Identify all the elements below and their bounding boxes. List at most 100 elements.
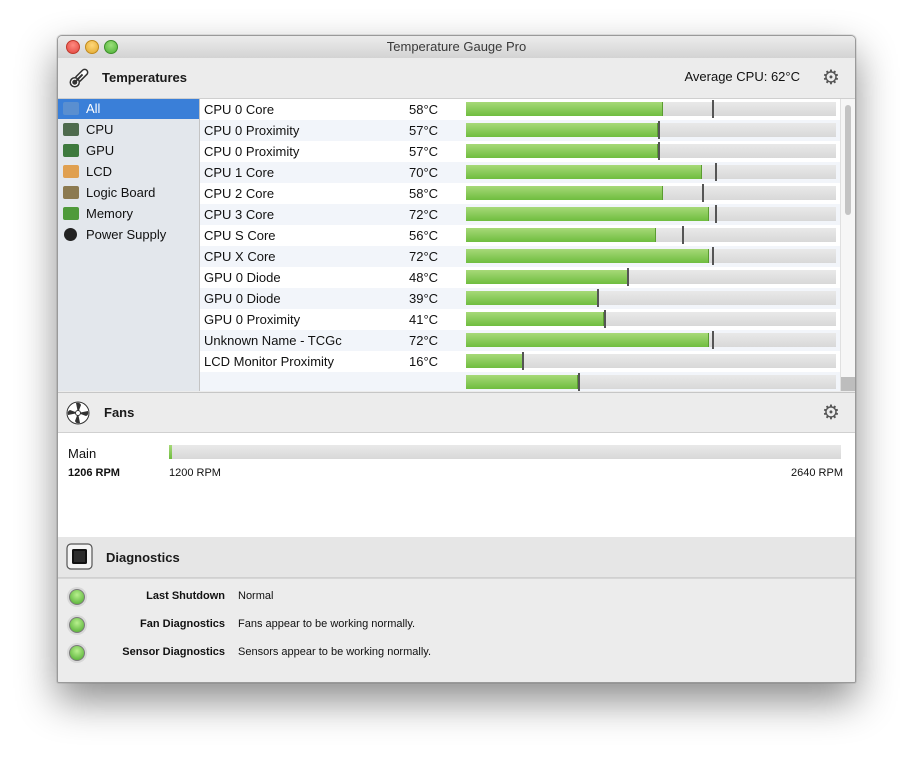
- sensor-name: LCD Monitor Proximity: [204, 354, 335, 369]
- sidebar-item-logic-board[interactable]: Logic Board: [58, 183, 199, 203]
- temperature-row[interactable]: CPU S Core 56°C: [200, 225, 840, 246]
- temperature-bar: [466, 310, 836, 328]
- temperature-row[interactable]: LCD Monitor Proximity 16°C: [200, 351, 840, 372]
- fans-title: Fans: [104, 405, 135, 420]
- sensor-temperature: 39°C: [409, 291, 439, 306]
- temperature-bar-fill: [466, 123, 658, 137]
- temperature-row[interactable]: CPU 0 Proximity 57°C: [200, 120, 840, 141]
- temperature-row[interactable]: [200, 372, 840, 391]
- temperature-bar: [466, 184, 836, 202]
- diagnostic-value: Sensors appear to be working normally.: [238, 646, 432, 658]
- max-temperature-marker: [658, 121, 661, 139]
- max-temperature-marker: [714, 163, 717, 181]
- temperature-row[interactable]: GPU 0 Diode 48°C: [200, 267, 840, 288]
- diagnostics-header: Diagnostics: [58, 537, 855, 578]
- temperature-bar-fill: [466, 144, 658, 158]
- scroll-thumb[interactable]: [845, 105, 851, 215]
- temperature-bar-fill: [466, 333, 710, 347]
- sensor-temperature: 56°C: [409, 228, 439, 243]
- temperature-row[interactable]: CPU 2 Core 58°C: [200, 183, 840, 204]
- diagnostics-title: Diagnostics: [106, 550, 180, 565]
- sidebar-item-label: Power Supply: [86, 227, 167, 242]
- temperature-bar: [466, 205, 836, 223]
- max-temperature-marker: [577, 373, 580, 391]
- temperature-bar-fill: [466, 312, 604, 326]
- sensor-category-sidebar: All CPU GPU LCD Logic Board Memory Power Suppl…: [58, 99, 200, 391]
- window-title: Temperature Gauge Pro: [386, 39, 527, 54]
- sidebar-item-power-supply[interactable]: Power Supply: [58, 225, 199, 245]
- temperatures-settings-gear-icon[interactable]: ⚙: [820, 67, 842, 89]
- temperature-bar: [466, 268, 836, 286]
- sidebar-item-gpu[interactable]: GPU: [58, 141, 199, 161]
- status-ok-icon: [69, 645, 85, 661]
- sidebar-item-label: CPU: [86, 122, 114, 137]
- temperature-bar: [466, 100, 836, 118]
- diagnostic-label: Fan Diagnostics: [140, 618, 225, 630]
- diagnostic-row: Fan Diagnostics Fans appear to be working…: [58, 615, 855, 637]
- temperature-row[interactable]: Unknown Name - TCGc 72°C: [200, 330, 840, 351]
- fans-header: Fans ⚙: [58, 392, 855, 433]
- diagnostic-value: Fans appear to be working normally.: [238, 618, 416, 630]
- fan-speed-bar: [169, 445, 841, 459]
- sensor-name: CPU S Core: [204, 228, 276, 243]
- temperature-row[interactable]: GPU 0 Proximity 41°C: [200, 309, 840, 330]
- display-icon: [63, 102, 79, 115]
- temperature-row[interactable]: CPU 3 Core 72°C: [200, 204, 840, 225]
- sidebar-item-memory[interactable]: Memory: [58, 204, 199, 224]
- temperature-bar: [466, 121, 836, 139]
- app-window: Temperature Gauge Pro Temperatures Avera…: [57, 35, 856, 683]
- max-temperature-marker: [658, 142, 661, 160]
- temperature-bar: [466, 163, 836, 181]
- fans-settings-gear-icon[interactable]: ⚙: [820, 402, 842, 424]
- max-temperature-marker: [522, 352, 525, 370]
- temperature-row[interactable]: CPU 1 Core 70°C: [200, 162, 840, 183]
- sidebar-item-all[interactable]: All: [58, 99, 199, 119]
- max-temperature-marker: [712, 100, 715, 118]
- sensor-temperature: 72°C: [409, 333, 439, 348]
- logic-board-icon: [63, 186, 79, 199]
- diagnostic-value: Normal: [238, 590, 274, 602]
- fans-panel: Main 1206 RPM 1200 RPM 2640 RPM: [58, 432, 855, 538]
- lcd-icon: [63, 165, 79, 178]
- max-temperature-marker: [712, 331, 715, 349]
- average-cpu: Average CPU: 62°C: [684, 69, 800, 84]
- memory-icon: [63, 207, 79, 220]
- sidebar-item-cpu[interactable]: CPU: [58, 120, 199, 140]
- sensor-name: CPU 1 Core: [204, 165, 275, 180]
- temperature-bar-fill: [466, 228, 656, 242]
- sensor-temperature: 70°C: [409, 165, 439, 180]
- sensor-name: CPU 2 Core: [204, 186, 275, 201]
- sensor-temperature: 16°C: [409, 354, 439, 369]
- temperature-bar: [466, 142, 836, 160]
- max-temperature-marker: [682, 226, 685, 244]
- temperature-row[interactable]: CPU X Core 72°C: [200, 246, 840, 267]
- cpu-icon: [63, 123, 79, 136]
- temperature-list: CPU 0 Core 58°C CPU 0 Proximity 57°C CPU 0 P…: [200, 99, 840, 391]
- sensor-name: CPU X Core: [204, 249, 276, 264]
- max-temperature-marker: [712, 247, 715, 265]
- sensor-name: GPU 0 Diode: [204, 270, 281, 285]
- sensor-name: GPU 0 Proximity: [204, 312, 301, 327]
- temperature-bar-fill: [466, 207, 710, 221]
- sensor-name: GPU 0 Diode: [204, 291, 281, 306]
- temperature-row[interactable]: CPU 0 Core 58°C: [200, 99, 840, 120]
- sensor-temperature: 72°C: [409, 207, 439, 222]
- sensor-temperature: 57°C: [409, 123, 439, 138]
- sidebar-item-label: Memory: [86, 206, 133, 221]
- temperature-bar: [466, 247, 836, 265]
- temperature-bar-fill: [466, 375, 578, 389]
- diagnostic-label: Sensor Diagnostics: [122, 646, 225, 658]
- temperature-bar: [466, 352, 836, 370]
- scroll-corner: [841, 377, 855, 391]
- fan-icon: [66, 401, 90, 425]
- temperature-row[interactable]: CPU 0 Proximity 57°C: [200, 141, 840, 162]
- sidebar-item-label: Logic Board: [86, 185, 156, 200]
- temperature-row[interactable]: GPU 0 Diode 39°C: [200, 288, 840, 309]
- max-temperature-marker: [597, 289, 600, 307]
- temperature-list-scrollbar[interactable]: [840, 99, 855, 391]
- sensor-name: Unknown Name - TCGc: [204, 333, 342, 348]
- sensor-temperature: 48°C: [409, 270, 439, 285]
- sidebar-item-lcd[interactable]: LCD: [58, 162, 199, 182]
- diagnostic-row: Last Shutdown Normal: [58, 587, 855, 609]
- temperature-bar: [466, 373, 836, 391]
